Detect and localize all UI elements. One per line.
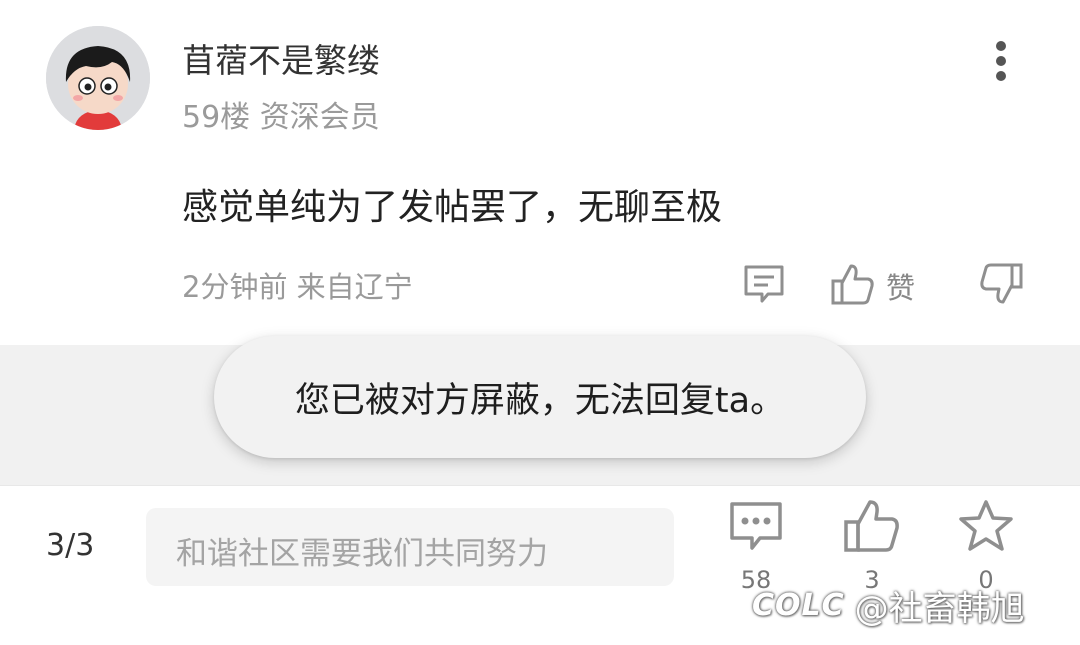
user-avatar[interactable] [46, 26, 150, 130]
watermark-text: @社畜韩旭 [854, 588, 1025, 629]
comments-icon[interactable] [726, 498, 786, 554]
like-icon[interactable] [842, 498, 902, 554]
dislike-thumb-icon[interactable] [978, 262, 1024, 306]
like-thumb-icon[interactable] [830, 262, 876, 306]
toast-text: 您已被对方屏蔽，无法回复ta。 [294, 380, 786, 421]
comment-text: 感觉单纯为了发帖罢了，无聊至极 [182, 187, 723, 228]
username[interactable]: 苜蓿不是繁缕 [182, 34, 380, 82]
watermark-logo: COLC [752, 587, 845, 623]
comment-card: 苜蓿不是繁缕 59楼 资深会员 感觉单纯为了发帖罢了，无聊至极 2分钟前 来自辽… [0, 0, 1080, 345]
input-placeholder: 和谐社区需要我们共同努力 [176, 536, 548, 572]
toast-message: 您已被对方屏蔽，无法回复ta。 [214, 336, 866, 458]
time-location: 2分钟前 来自辽宁 [182, 270, 413, 304]
floor-and-rank: 59楼 资深会员 [182, 100, 380, 135]
like-label[interactable]: 赞 [886, 265, 915, 307]
watermark: COLC @社畜韩旭 [752, 580, 1025, 630]
favorite-star-icon[interactable] [956, 498, 1016, 554]
more-options-icon[interactable] [986, 40, 1016, 84]
comment-input[interactable]: 和谐社区需要我们共同努力 [146, 508, 674, 586]
page-indicator[interactable]: 3/3 [46, 528, 94, 563]
reply-comment-icon[interactable] [742, 262, 786, 306]
